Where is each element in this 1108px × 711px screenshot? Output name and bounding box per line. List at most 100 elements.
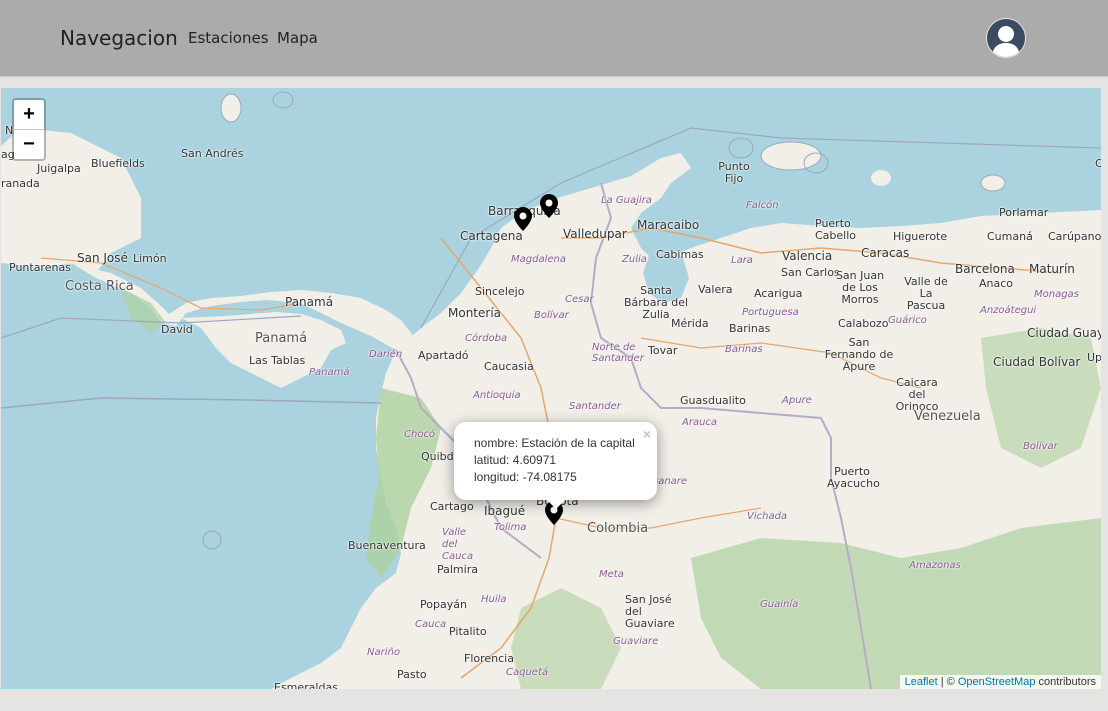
map-label-costa-rica: Costa Rica — [65, 279, 134, 294]
map-label-panama-city: Panamá — [285, 295, 334, 309]
navbar: Navegacion Estaciones Mapa — [0, 0, 1108, 77]
map-label-norte-santander: Norte de Santander — [592, 342, 644, 364]
map-label-la-guajira: La Guajira — [601, 195, 652, 206]
user-avatar-icon[interactable] — [986, 18, 1026, 58]
map-label-san-andres: San Andrés — [181, 147, 244, 160]
map-label-buenaventura: Buenaventura — [348, 539, 426, 552]
map-label-carupano: Carúpano — [1048, 230, 1101, 243]
map-label-vichada: Vichada — [747, 511, 788, 522]
map-label-granada: ranada — [1, 177, 40, 190]
map-label-calabozo: Calabozo — [838, 317, 889, 330]
station-popup: × nombre: Estación de la capital latitud… — [454, 422, 657, 500]
map-label-anaco: Anaco — [979, 277, 1014, 290]
map-label-cumana: Cumaná — [987, 230, 1033, 243]
map-label-david: David — [161, 323, 193, 336]
map-label-esmeraldas: Esmeraldas — [274, 681, 338, 689]
map-label-san-fernando: San Fernando de Apure — [824, 336, 894, 373]
map-label-tolima: Tolima — [494, 522, 527, 533]
zoom-out-button[interactable]: − — [14, 129, 44, 159]
map-label-falcon: Falcón — [746, 200, 779, 211]
map-label-caracas: Caracas — [861, 246, 910, 260]
popup-tip — [546, 499, 566, 509]
map-label-guasdualito: Guasdualito — [680, 394, 746, 407]
map-label-panama-region: Panamá — [309, 367, 350, 378]
map-label-casanare: sanare — [653, 476, 688, 487]
map-label-maracaibo: Maracaibo — [637, 218, 700, 232]
map-label-c: C — [1095, 157, 1101, 170]
marker-barranquilla-icon[interactable] — [540, 194, 558, 218]
map-label-cordoba: Córdoba — [465, 333, 508, 344]
map-label-cauca: Cauca — [415, 619, 447, 630]
osm-link[interactable]: OpenStreetMap — [958, 676, 1036, 688]
popup-close-icon[interactable]: × — [643, 426, 651, 442]
nav-link-estaciones[interactable]: Estaciones — [188, 29, 269, 47]
map-label-cabimas: Cabimas — [656, 248, 704, 261]
popup-nombre: nombre: Estación de la capital — [474, 436, 635, 450]
map-label-monteria: Montería — [448, 306, 502, 320]
map-label-bolivar-ve: Bolívar — [1023, 441, 1058, 452]
map-label-caicara: Caicara del Orinoco — [895, 376, 939, 413]
map-label-guainia: Guainía — [760, 599, 799, 610]
map-label-cartago: Cartago — [430, 500, 474, 513]
map-label-bolivar-co: Bolívar — [534, 310, 569, 321]
map-label-panama-country: Panamá — [255, 331, 308, 346]
map-label-bluefields: Bluefields — [91, 157, 145, 170]
map-label-florencia: Florencia — [464, 652, 514, 665]
map-label-puerto-cabello: Puerto Cabello — [815, 217, 857, 242]
map-label-valera: Valera — [698, 283, 733, 296]
map-label-barinas-state: Barinas — [725, 344, 763, 355]
map-label-barcelona: Barcelona — [955, 262, 1015, 276]
map-label-san-juan-morros: San Juan de Los Morros — [835, 269, 885, 306]
map-label-guarico: Guárico — [888, 315, 927, 326]
map-container[interactable]: Ni ua ag ranada Juigalpa Bluefields San … — [1, 88, 1101, 689]
map-label-portuguesa: Portuguesa — [742, 307, 799, 318]
map-label-limon: Limón — [133, 252, 167, 265]
map-label-caucasia: Caucasia — [484, 360, 534, 373]
map-label-colombia: Colombia — [587, 521, 649, 536]
map-label-huila: Huila — [481, 594, 507, 605]
zoom-in-button[interactable]: + — [14, 100, 44, 129]
navbar-brand[interactable]: Navegacion — [60, 26, 178, 50]
map-label-tovar: Tovar — [648, 344, 678, 357]
attribution-contributors: contributors — [1035, 676, 1096, 688]
map-label-sincelejo: Sincelejo — [475, 285, 525, 298]
map-label-magdalena: Magdalena — [511, 254, 566, 265]
map-label-san-jose: San José — [77, 251, 128, 265]
map-label-valledupar: Valledupar — [563, 227, 627, 241]
attribution-sep: | © — [937, 676, 958, 688]
map-label-amazonas: Amazonas — [909, 560, 961, 571]
map-label-sj-guaviare: San José del Guaviare — [625, 593, 675, 630]
map-label-punto-fijo: Punto Fijo — [718, 160, 750, 185]
map-label-santa-barbara: Santa Bárbara del Zulia — [623, 284, 689, 321]
marker-cartagena-icon[interactable] — [514, 207, 532, 231]
map-label-valencia: Valencia — [782, 249, 833, 263]
map-label-cesar: Cesar — [565, 294, 594, 305]
map-label-up: Up — [1087, 351, 1101, 364]
map-label-caqueta: Caquetá — [506, 667, 548, 678]
map-label-antioquia: Antioquia — [473, 390, 521, 401]
leaflet-link[interactable]: Leaflet — [905, 676, 938, 688]
map-label-guaviare: Guaviare — [613, 636, 659, 647]
map-label-las-tablas: Las Tablas — [249, 354, 306, 367]
map-label-zulia: Zulia — [622, 254, 647, 265]
map-label-pasto: Pasto — [397, 668, 427, 681]
popup-longitud: longitud: -74.08175 — [474, 470, 577, 484]
map-label-popayan: Popayán — [420, 598, 467, 611]
map-label-higuerote: Higuerote — [893, 230, 948, 243]
map-label-ciudad-bolivar: Ciudad Bolívar — [993, 355, 1081, 369]
map-label-ciudad-guayana: Ciudad Guay — [1027, 326, 1101, 340]
map-label-apartado: Apartadó — [418, 349, 469, 362]
map-label-narino: Nariño — [367, 647, 400, 658]
map-label-anzoategui: Anzoátegui — [980, 305, 1037, 316]
map-label-choco: Chocó — [404, 429, 436, 440]
map-label-barinas-city: Barinas — [729, 322, 771, 335]
map-label-maturin: Maturín — [1029, 262, 1075, 276]
map-label-ibague: Ibagué — [484, 504, 526, 518]
map-label-darien: Darién — [369, 349, 403, 360]
map-label-lara: Lara — [731, 255, 753, 266]
nav-link-mapa[interactable]: Mapa — [277, 29, 318, 47]
zoom-control: + − — [12, 98, 46, 161]
map-label-palmira: Palmira — [437, 563, 478, 576]
map-label-venezuela: Venezuela — [914, 409, 981, 424]
map-label-acarigua: Acarigua — [754, 287, 803, 300]
